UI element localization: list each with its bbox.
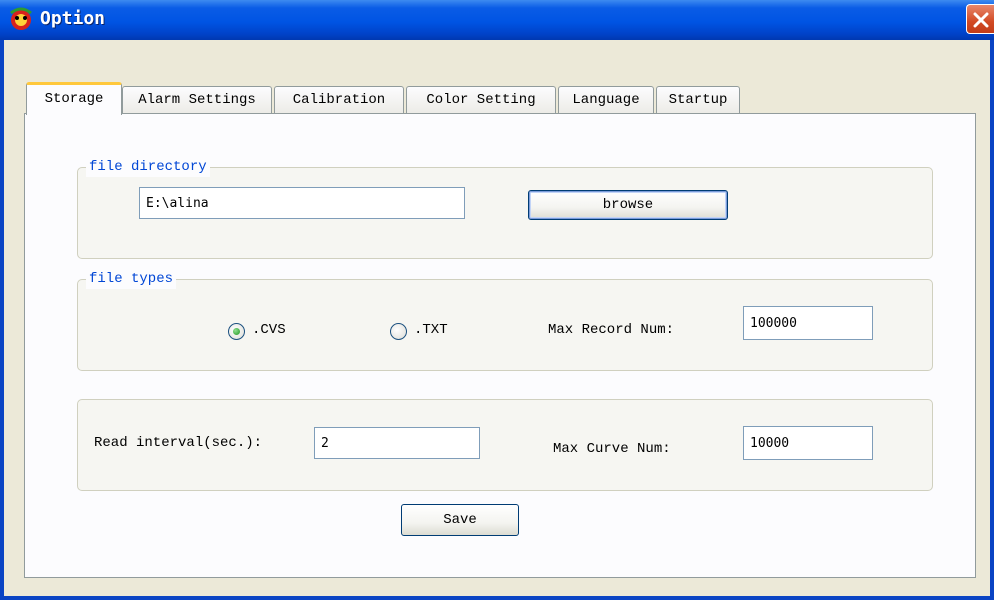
radio-txt-label[interactable]: .TXT bbox=[414, 322, 448, 338]
close-button[interactable] bbox=[966, 4, 994, 34]
read-interval-label: Read interval(sec.): bbox=[94, 435, 263, 451]
max-record-num-label: Max Record Num: bbox=[548, 322, 675, 338]
tab-startup[interactable]: Startup bbox=[656, 86, 740, 114]
storage-tab-page: file directory browse file types .CVS .T… bbox=[24, 113, 976, 578]
radio-txt[interactable] bbox=[390, 323, 407, 340]
max-curve-num-label: Max Curve Num: bbox=[553, 441, 671, 457]
interval-group: Read interval(sec.): Max Curve Num: bbox=[77, 399, 933, 491]
max-record-num-input[interactable] bbox=[743, 306, 873, 340]
tab-language[interactable]: Language bbox=[558, 86, 654, 114]
file-directory-path-input[interactable] bbox=[139, 187, 465, 219]
file-types-group: file types .CVS .TXT Max Record Num: bbox=[77, 269, 933, 371]
window-frame-right bbox=[990, 40, 994, 600]
file-directory-legend: file directory bbox=[86, 157, 210, 177]
tab-calibration[interactable]: Calibration bbox=[274, 86, 404, 114]
radio-selected-dot bbox=[233, 328, 240, 335]
radio-cvs-label[interactable]: .CVS bbox=[252, 322, 286, 338]
window-frame-left bbox=[0, 40, 4, 600]
radio-cvs[interactable] bbox=[228, 323, 245, 340]
app-icon bbox=[8, 7, 34, 31]
max-curve-num-input[interactable] bbox=[743, 426, 873, 460]
title-bar[interactable]: Option bbox=[0, 0, 994, 40]
tab-alarm-settings[interactable]: Alarm Settings bbox=[122, 86, 272, 114]
read-interval-input[interactable] bbox=[314, 427, 480, 459]
window-title: Option bbox=[40, 8, 106, 29]
window-frame-bottom bbox=[0, 596, 994, 600]
browse-button[interactable]: browse bbox=[528, 190, 728, 220]
save-button[interactable]: Save bbox=[401, 504, 519, 536]
close-icon bbox=[973, 12, 989, 28]
tab-color-setting[interactable]: Color Setting bbox=[406, 86, 556, 114]
file-types-legend: file types bbox=[86, 269, 177, 289]
option-dialog: Option Storage Alarm Settings Calibratio… bbox=[0, 0, 994, 600]
file-directory-group: file directory browse bbox=[77, 157, 933, 259]
tab-storage[interactable]: Storage bbox=[26, 82, 122, 115]
